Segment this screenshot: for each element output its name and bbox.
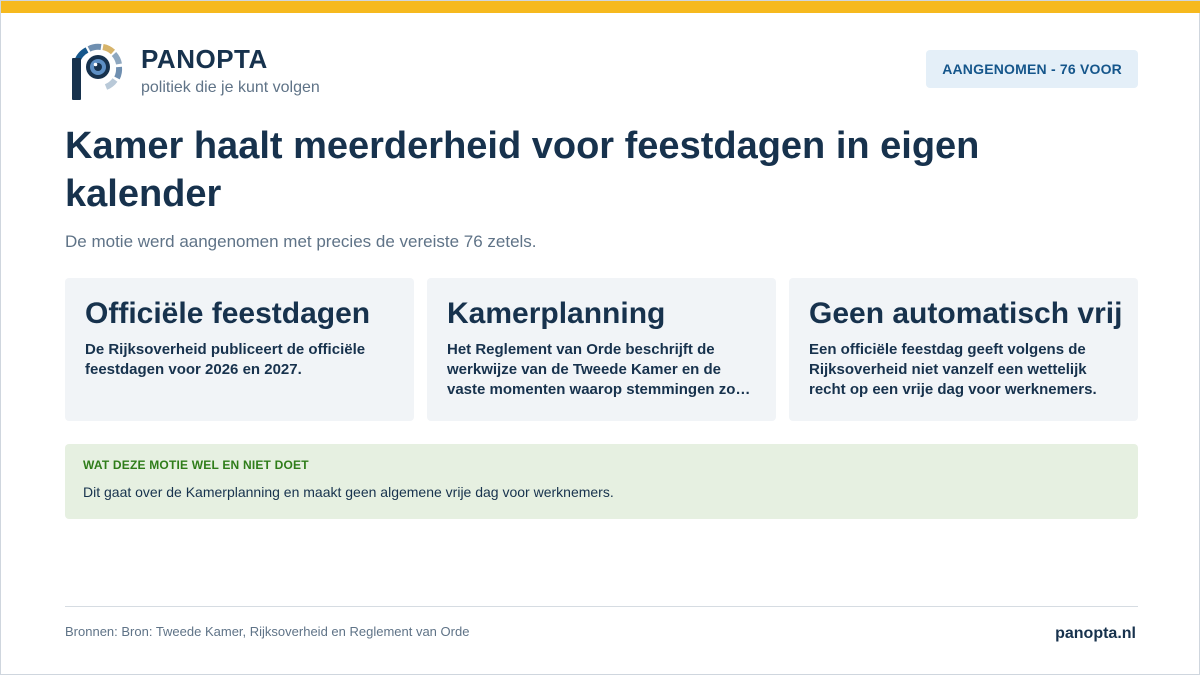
site-link[interactable]: panopta.nl	[1055, 625, 1136, 643]
fact-cards: Officiële feestdagen De Rijksoverheid pu…	[65, 278, 1138, 421]
card-text: De Rijksoverheid publiceert de officiële…	[85, 341, 366, 378]
note-label: WAT DEZE MOTIE WEL EN NIET DOET	[83, 458, 309, 472]
footer-divider	[65, 606, 1138, 607]
card-title: Geen automatisch vrij	[809, 297, 1123, 330]
status-badge: AANGENOMEN - 76 VOOR	[926, 50, 1138, 88]
note-text: Dit gaat over de Kamerplanning en maakt …	[83, 484, 614, 500]
accent-top-bar	[1, 1, 1200, 13]
brand-name: PANOPTA	[141, 44, 268, 74]
fact-card: Kamerplanning Het Reglement van Orde bes…	[427, 278, 776, 421]
page-title: Kamer haalt meerderheid voor feestdagen …	[65, 125, 980, 215]
panopta-eye-logo-icon	[72, 43, 123, 100]
header: PANOPTA politiek die je kunt volgen AANG…	[65, 41, 1138, 103]
card-title: Officiële feestdagen	[85, 297, 371, 330]
motion-note: WAT DEZE MOTIE WEL EN NIET DOET Dit gaat…	[65, 444, 1138, 519]
fact-card: Geen automatisch vrij Een officiële fees…	[789, 278, 1138, 421]
brand-tagline: politiek die je kunt volgen	[141, 79, 320, 96]
card-title: Kamerplanning	[447, 297, 666, 330]
share-card: PANOPTA politiek die je kunt volgen AANG…	[0, 0, 1200, 675]
brand: PANOPTA politiek die je kunt volgen	[141, 44, 320, 97]
card-text: Het Reglement van Orde beschrijft de wer…	[447, 341, 751, 398]
card-text: Een officiële feestdag geeft volgens de …	[809, 341, 1097, 398]
sources-text: Bronnen: Bron: Tweede Kamer, Rijksoverhe…	[65, 624, 470, 639]
page-subtitle: De motie werd aangenomen met precies de …	[65, 232, 537, 251]
fact-card: Officiële feestdagen De Rijksoverheid pu…	[65, 278, 414, 421]
